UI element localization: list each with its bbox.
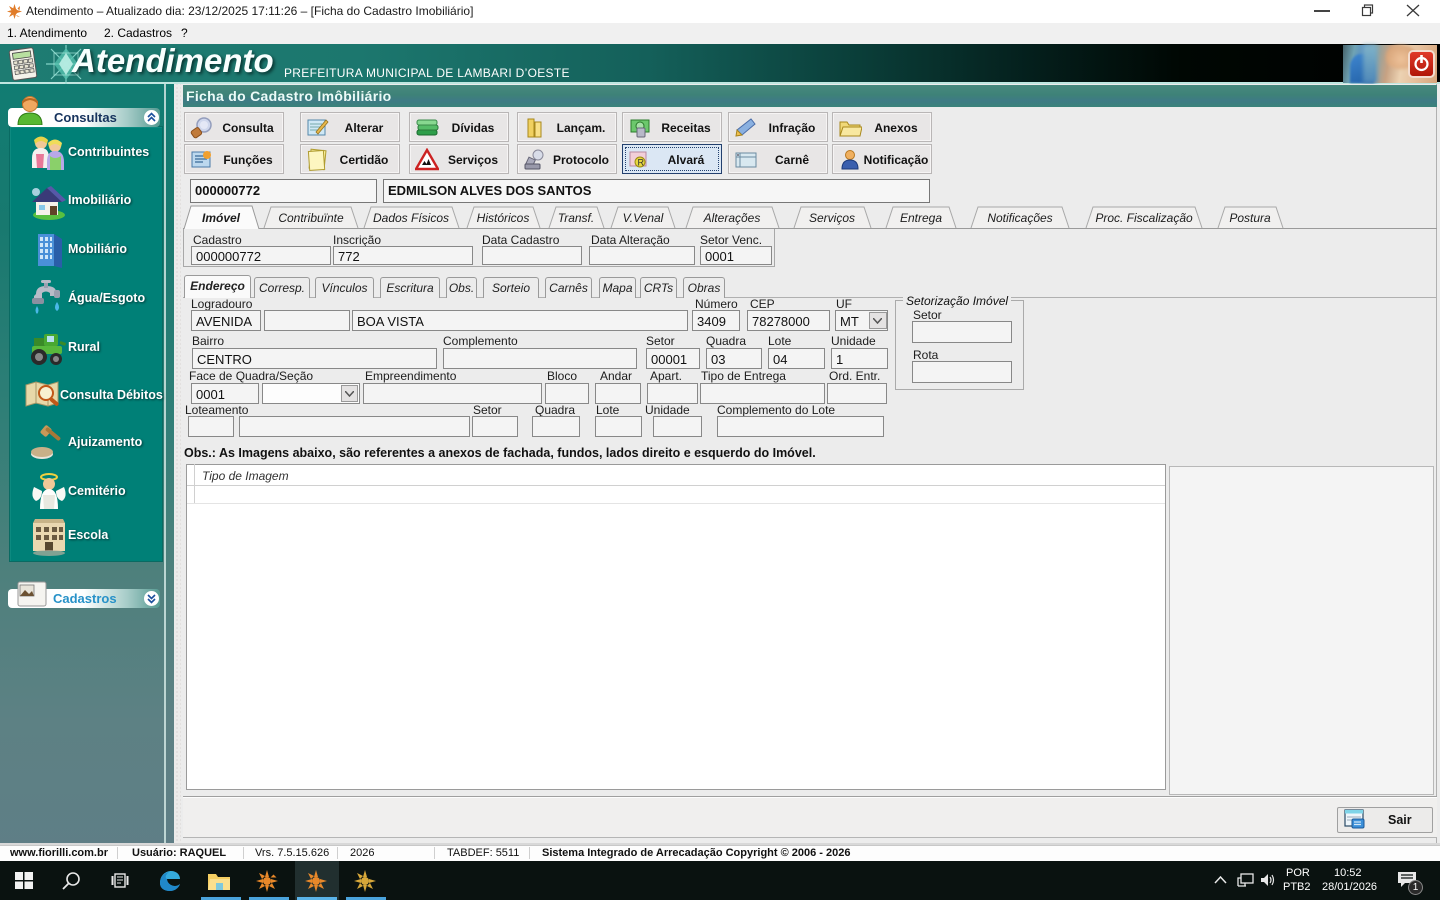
svg-text:Alterações: Alterações <box>703 211 761 225</box>
svg-text:Contribuïnte: Contribuïnte <box>278 211 344 225</box>
svg-text:Notificações: Notificações <box>987 211 1052 225</box>
svg-text:Postura: Postura <box>1229 211 1271 225</box>
svg-text:R: R <box>638 158 645 168</box>
svg-text:V.Venal: V.Venal <box>623 211 664 225</box>
svg-text:Proc. Fiscalização: Proc. Fiscalização <box>1095 211 1193 225</box>
svg-text:Entrega: Entrega <box>900 211 942 225</box>
svg-text:Imóvel: Imóvel <box>202 211 241 225</box>
svg-text:Serviços: Serviços <box>809 211 855 225</box>
svg-text:Transf.: Transf. <box>558 211 594 225</box>
svg-text:Históricos: Históricos <box>477 211 530 225</box>
svg-text:Dados Físicos: Dados Físicos <box>373 211 449 225</box>
